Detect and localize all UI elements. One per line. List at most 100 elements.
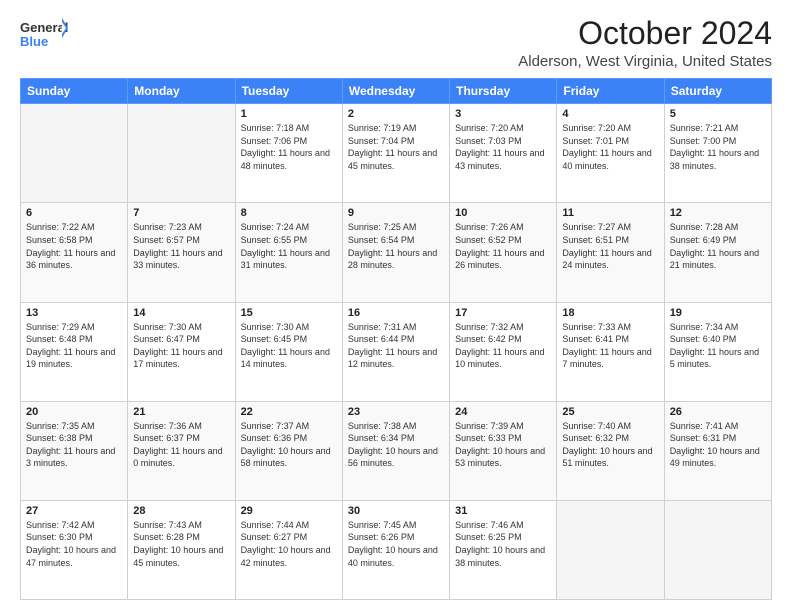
day-number: 8 [241, 207, 337, 219]
calendar-day-header: Sunday [21, 79, 128, 104]
day-number: 20 [26, 406, 122, 418]
calendar-day-cell: 13 Sunrise: 7:29 AMSunset: 6:48 PMDaylig… [21, 302, 128, 401]
calendar-day-cell [664, 500, 771, 599]
day-number: 9 [348, 207, 444, 219]
day-info: Sunrise: 7:42 AMSunset: 6:30 PMDaylight:… [26, 520, 116, 568]
calendar-day-cell: 6 Sunrise: 7:22 AMSunset: 6:58 PMDayligh… [21, 203, 128, 302]
calendar-day-cell: 7 Sunrise: 7:23 AMSunset: 6:57 PMDayligh… [128, 203, 235, 302]
logo-svg: General Blue [20, 16, 68, 58]
day-number: 7 [133, 207, 229, 219]
calendar-day-cell: 11 Sunrise: 7:27 AMSunset: 6:51 PMDaylig… [557, 203, 664, 302]
calendar-day-cell: 18 Sunrise: 7:33 AMSunset: 6:41 PMDaylig… [557, 302, 664, 401]
calendar-day-cell: 23 Sunrise: 7:38 AMSunset: 6:34 PMDaylig… [342, 401, 449, 500]
day-number: 28 [133, 505, 229, 517]
calendar-day-cell: 14 Sunrise: 7:30 AMSunset: 6:47 PMDaylig… [128, 302, 235, 401]
day-info: Sunrise: 7:30 AMSunset: 6:45 PMDaylight:… [241, 322, 330, 370]
calendar-day-cell: 2 Sunrise: 7:19 AMSunset: 7:04 PMDayligh… [342, 104, 449, 203]
day-number: 4 [562, 108, 658, 120]
logo: General Blue [20, 16, 68, 58]
calendar-header-row: SundayMondayTuesdayWednesdayThursdayFrid… [21, 79, 772, 104]
calendar-day-cell [21, 104, 128, 203]
calendar-day-cell: 1 Sunrise: 7:18 AMSunset: 7:06 PMDayligh… [235, 104, 342, 203]
day-number: 1 [241, 108, 337, 120]
day-number: 30 [348, 505, 444, 517]
day-number: 15 [241, 307, 337, 319]
calendar-day-cell: 28 Sunrise: 7:43 AMSunset: 6:28 PMDaylig… [128, 500, 235, 599]
calendar-day-cell: 16 Sunrise: 7:31 AMSunset: 6:44 PMDaylig… [342, 302, 449, 401]
month-title: October 2024 [518, 16, 772, 51]
calendar-day-cell: 24 Sunrise: 7:39 AMSunset: 6:33 PMDaylig… [450, 401, 557, 500]
day-info: Sunrise: 7:29 AMSunset: 6:48 PMDaylight:… [26, 322, 115, 370]
day-info: Sunrise: 7:24 AMSunset: 6:55 PMDaylight:… [241, 222, 330, 270]
calendar-day-cell: 26 Sunrise: 7:41 AMSunset: 6:31 PMDaylig… [664, 401, 771, 500]
day-number: 29 [241, 505, 337, 517]
day-info: Sunrise: 7:19 AMSunset: 7:04 PMDaylight:… [348, 123, 437, 171]
day-number: 22 [241, 406, 337, 418]
day-info: Sunrise: 7:38 AMSunset: 6:34 PMDaylight:… [348, 421, 438, 469]
day-info: Sunrise: 7:22 AMSunset: 6:58 PMDaylight:… [26, 222, 115, 270]
day-info: Sunrise: 7:18 AMSunset: 7:06 PMDaylight:… [241, 123, 330, 171]
calendar-day-cell: 31 Sunrise: 7:46 AMSunset: 6:25 PMDaylig… [450, 500, 557, 599]
day-number: 31 [455, 505, 551, 517]
day-info: Sunrise: 7:45 AMSunset: 6:26 PMDaylight:… [348, 520, 438, 568]
calendar-day-header: Tuesday [235, 79, 342, 104]
header: General Blue October 2024 Alderson, West… [20, 16, 772, 70]
page: General Blue October 2024 Alderson, West… [0, 0, 792, 612]
day-info: Sunrise: 7:34 AMSunset: 6:40 PMDaylight:… [670, 322, 759, 370]
calendar-day-cell: 10 Sunrise: 7:26 AMSunset: 6:52 PMDaylig… [450, 203, 557, 302]
calendar-day-cell: 30 Sunrise: 7:45 AMSunset: 6:26 PMDaylig… [342, 500, 449, 599]
calendar-table: SundayMondayTuesdayWednesdayThursdayFrid… [20, 78, 772, 600]
day-number: 26 [670, 406, 766, 418]
day-info: Sunrise: 7:21 AMSunset: 7:00 PMDaylight:… [670, 123, 759, 171]
day-info: Sunrise: 7:30 AMSunset: 6:47 PMDaylight:… [133, 322, 222, 370]
day-number: 24 [455, 406, 551, 418]
day-number: 3 [455, 108, 551, 120]
calendar-day-cell [557, 500, 664, 599]
day-number: 27 [26, 505, 122, 517]
calendar-week-row: 13 Sunrise: 7:29 AMSunset: 6:48 PMDaylig… [21, 302, 772, 401]
day-info: Sunrise: 7:44 AMSunset: 6:27 PMDaylight:… [241, 520, 331, 568]
day-number: 2 [348, 108, 444, 120]
day-number: 5 [670, 108, 766, 120]
svg-text:General: General [20, 20, 68, 35]
day-number: 25 [562, 406, 658, 418]
day-info: Sunrise: 7:32 AMSunset: 6:42 PMDaylight:… [455, 322, 544, 370]
calendar-day-header: Wednesday [342, 79, 449, 104]
title-block: October 2024 Alderson, West Virginia, Un… [518, 16, 772, 70]
calendar-day-cell: 4 Sunrise: 7:20 AMSunset: 7:01 PMDayligh… [557, 104, 664, 203]
day-number: 19 [670, 307, 766, 319]
day-number: 21 [133, 406, 229, 418]
day-info: Sunrise: 7:26 AMSunset: 6:52 PMDaylight:… [455, 222, 544, 270]
day-number: 10 [455, 207, 551, 219]
day-info: Sunrise: 7:27 AMSunset: 6:51 PMDaylight:… [562, 222, 651, 270]
calendar-week-row: 6 Sunrise: 7:22 AMSunset: 6:58 PMDayligh… [21, 203, 772, 302]
calendar-day-cell: 25 Sunrise: 7:40 AMSunset: 6:32 PMDaylig… [557, 401, 664, 500]
day-info: Sunrise: 7:36 AMSunset: 6:37 PMDaylight:… [133, 421, 222, 469]
svg-text:Blue: Blue [20, 34, 48, 49]
day-info: Sunrise: 7:31 AMSunset: 6:44 PMDaylight:… [348, 322, 437, 370]
calendar-day-cell: 22 Sunrise: 7:37 AMSunset: 6:36 PMDaylig… [235, 401, 342, 500]
calendar-day-header: Saturday [664, 79, 771, 104]
day-info: Sunrise: 7:33 AMSunset: 6:41 PMDaylight:… [562, 322, 651, 370]
calendar-day-header: Thursday [450, 79, 557, 104]
location-title: Alderson, West Virginia, United States [518, 53, 772, 70]
day-number: 6 [26, 207, 122, 219]
calendar-day-cell: 27 Sunrise: 7:42 AMSunset: 6:30 PMDaylig… [21, 500, 128, 599]
calendar-day-cell: 19 Sunrise: 7:34 AMSunset: 6:40 PMDaylig… [664, 302, 771, 401]
day-number: 13 [26, 307, 122, 319]
calendar-day-cell: 8 Sunrise: 7:24 AMSunset: 6:55 PMDayligh… [235, 203, 342, 302]
day-number: 16 [348, 307, 444, 319]
day-number: 11 [562, 207, 658, 219]
calendar-day-cell: 20 Sunrise: 7:35 AMSunset: 6:38 PMDaylig… [21, 401, 128, 500]
calendar-day-cell: 21 Sunrise: 7:36 AMSunset: 6:37 PMDaylig… [128, 401, 235, 500]
calendar-week-row: 27 Sunrise: 7:42 AMSunset: 6:30 PMDaylig… [21, 500, 772, 599]
calendar-week-row: 20 Sunrise: 7:35 AMSunset: 6:38 PMDaylig… [21, 401, 772, 500]
day-info: Sunrise: 7:23 AMSunset: 6:57 PMDaylight:… [133, 222, 222, 270]
day-info: Sunrise: 7:25 AMSunset: 6:54 PMDaylight:… [348, 222, 437, 270]
day-info: Sunrise: 7:40 AMSunset: 6:32 PMDaylight:… [562, 421, 652, 469]
day-number: 12 [670, 207, 766, 219]
calendar-day-cell [128, 104, 235, 203]
day-number: 18 [562, 307, 658, 319]
day-number: 23 [348, 406, 444, 418]
calendar-day-cell: 12 Sunrise: 7:28 AMSunset: 6:49 PMDaylig… [664, 203, 771, 302]
